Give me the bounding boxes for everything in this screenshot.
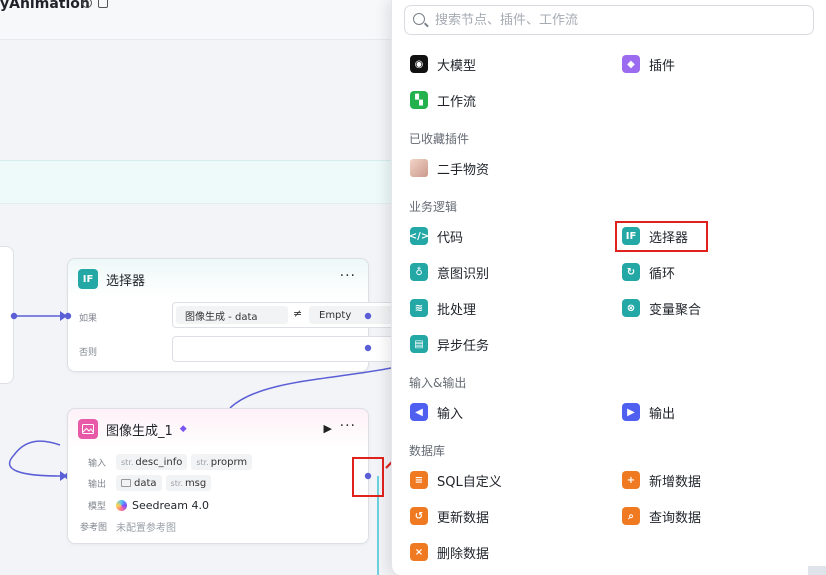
outputs-label: 输出 [88,479,107,490]
input-chip: str. desc_info [116,454,188,470]
loop-icon: ↻ [622,263,640,281]
condition-left-operand[interactable]: 图像生成 - data [176,306,288,324]
panel-item-code[interactable]: </> 代码 [409,224,463,248]
code-icon: </> [409,227,429,245]
selector-node[interactable]: IF 选择器 ··· 如果 图像生成 - data ≠ Empty 否则 [67,258,425,372]
highlight-output-port [352,457,384,497]
panel-item-add-data[interactable]: + 新增数据 [622,468,701,492]
image-node-header[interactable]: 图像生成_1 ◆ ▶ ··· [68,409,368,449]
output-chip: data [116,475,162,491]
else-row[interactable] [172,336,425,362]
condition-operator[interactable]: ≠ [293,307,302,320]
run-icon[interactable]: ▶ [324,422,332,435]
premium-gem-icon: ◆ [179,424,187,434]
inputs-label: 输入 [88,458,107,469]
panel-item-batch[interactable]: ≋ 批处理 [410,296,476,320]
intent-icon: ♁ [410,263,428,281]
section-io-title: 输入&输出 [409,376,467,390]
panel-item-workflow[interactable]: ▚ 工作流 [410,88,476,112]
search-box[interactable] [404,5,814,35]
panel-item-plugin[interactable]: ◆ 插件 [622,52,675,76]
else-label: 否则 [79,348,98,358]
output-chip: str. msg [165,475,212,491]
model-row: 模型 Seedream 4.0 [88,496,209,514]
panel-item-loop[interactable]: ↻ 循环 [622,260,675,284]
section-db-title: 数据库 [409,444,446,458]
panel-item-intent[interactable]: ♁ 意图识别 [410,260,489,284]
search-icon [413,13,425,25]
image-generation-node[interactable]: 图像生成_1 ◆ ▶ ··· 输入 str. desc_info str. prop… [67,408,369,544]
image-icon [78,419,98,439]
upstream-node[interactable] [0,246,14,384]
workflow-title: yAnimation [0,0,90,12]
panel-item-favorite-plugin[interactable]: 二手物资 [410,156,489,180]
more-icon[interactable]: ··· [340,269,356,283]
condition-row[interactable]: 图像生成 - data ≠ Empty [172,302,425,328]
query-data-icon: ⌕ [622,507,640,525]
panel-item-async[interactable]: ▤ 异步任务 [410,332,489,356]
input-chip: str. proprm [191,454,253,470]
image-type-icon [121,479,131,487]
more-icon[interactable]: ··· [340,419,356,433]
update-data-icon: ↺ [410,507,428,525]
panel-item-sql[interactable]: ≡ SQL自定义 [410,468,502,492]
model-label: 模型 [88,501,107,512]
scroll-edge [808,566,826,575]
panel-item-input[interactable]: ◀ 输入 [410,400,463,424]
info-icon[interactable]: i [82,0,92,8]
if-icon: IF [78,269,98,289]
plugin-icon: ◆ [622,55,640,73]
if-label: 如果 [79,314,98,324]
panel-item-llm[interactable]: ◉ 大模型 [410,52,476,76]
image-node-title: 图像生成_1 [106,423,173,439]
input-icon: ◀ [410,403,428,421]
workflow-icon: ▚ [410,91,428,109]
panel-item-query-data[interactable]: ⌕ 查询数据 [622,504,701,528]
llm-icon: ◉ [410,55,428,73]
selector-node-title: 选择器 [106,273,146,289]
output-icon: ▶ [622,403,640,421]
node-picker-panel: ◉ 大模型 ◆ 插件 ▚ 工作流 已收藏插件 二手物资 业务逻辑 </> 代码 … [391,0,826,575]
panel-item-aggregate[interactable]: ⊗ 变量聚合 [622,296,701,320]
panel-item-update-data[interactable]: ↺ 更新数据 [410,504,489,528]
reference-row: 参考图 未配置参考图 [80,517,176,535]
section-favorites-title: 已收藏插件 [409,132,470,146]
highlight-selector-item [615,221,708,252]
section-logic-title: 业务逻辑 [409,200,458,214]
edit-icon[interactable] [98,0,108,8]
panel-item-delete-data[interactable]: × 删除数据 [410,540,489,564]
reference-value: 未配置参考图 [116,522,176,534]
batch-icon: ≋ [410,299,428,317]
async-icon: ▤ [410,335,428,353]
aggregate-icon: ⊗ [622,299,640,317]
panel-item-output[interactable]: ▶ 输出 [622,400,675,424]
outputs-row: 输出 data str. msg [88,474,215,492]
sql-icon: ≡ [410,471,428,489]
selector-node-header[interactable]: IF 选择器 ··· [68,259,368,299]
delete-data-icon: × [410,543,428,561]
add-data-icon: + [622,471,640,489]
seedream-model-icon [116,499,127,511]
search-input[interactable] [435,9,805,31]
inputs-row: 输入 str. desc_info str. proprm [88,453,256,471]
avatar-icon [410,159,428,177]
reference-label: 参考图 [80,522,108,533]
model-name: Seedream 4.0 [132,498,209,512]
